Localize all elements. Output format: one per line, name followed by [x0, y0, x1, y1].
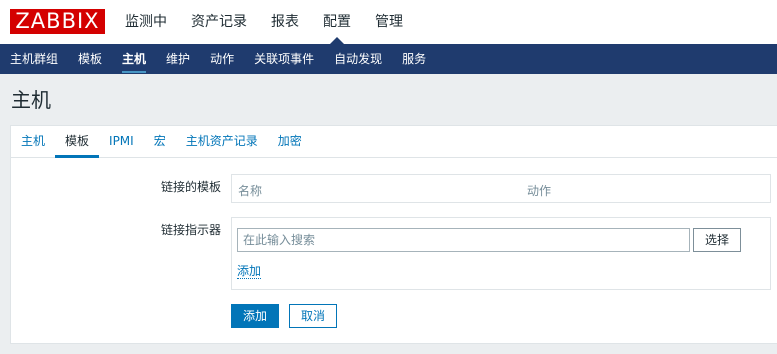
form-tabs: 主机 模板 IPMI 宏 主机资产记录 加密 — [11, 126, 777, 158]
sub-menu-services[interactable]: 服务 — [402, 44, 426, 74]
column-header-name: 名称 — [238, 184, 263, 198]
sub-menu-discovery[interactable]: 自动发现 — [334, 44, 382, 74]
add-template-link[interactable]: 添加 — [237, 264, 262, 279]
sub-menu-maintenance[interactable]: 维护 — [166, 44, 190, 74]
template-search-input[interactable] — [237, 228, 690, 252]
sub-menu-event-correlation[interactable]: 关联项事件 — [254, 44, 314, 74]
link-indicator-box: 选择 添加 — [231, 217, 771, 290]
page-title: 主机 — [11, 88, 51, 112]
tab-macros[interactable]: 宏 — [144, 126, 176, 157]
tab-ipmi[interactable]: IPMI — [99, 126, 144, 157]
cancel-button[interactable]: 取消 — [289, 304, 337, 328]
linked-templates-label: 链接的模板 — [160, 180, 221, 194]
sub-menu-templates[interactable]: 模板 — [78, 44, 102, 74]
select-button[interactable]: 选择 — [693, 228, 741, 252]
linked-templates-table: 名称 动作 — [231, 174, 771, 203]
tab-inventory[interactable]: 主机资产记录 — [176, 126, 268, 157]
link-indicator-label: 链接指示器 — [160, 223, 221, 237]
main-menu-reports[interactable]: 报表 — [271, 0, 299, 44]
main-menu: 监测中 资产记录 报表 配置 管理 — [125, 0, 427, 44]
sub-menu: 主机群组 模板 主机 维护 动作 关联项事件 自动发现 服务 — [0, 44, 777, 74]
submit-add-button[interactable]: 添加 — [231, 304, 279, 328]
host-form-card: 主机 模板 IPMI 宏 主机资产记录 加密 链接的模板 名称 动作 链接指示器… — [10, 125, 777, 344]
tab-encryption[interactable]: 加密 — [268, 126, 312, 157]
sub-menu-host-groups[interactable]: 主机群组 — [10, 44, 58, 74]
tab-host[interactable]: 主机 — [11, 126, 55, 157]
zabbix-logo[interactable]: ZABBIX — [10, 9, 105, 34]
main-menu-monitoring[interactable]: 监测中 — [125, 0, 167, 44]
top-bar: ZABBIX 监测中 资产记录 报表 配置 管理 — [0, 0, 777, 44]
column-header-action: 动作 — [527, 184, 552, 198]
main-menu-administration[interactable]: 管理 — [375, 0, 403, 44]
main-menu-inventory[interactable]: 资产记录 — [191, 0, 247, 44]
tab-templates[interactable]: 模板 — [55, 126, 100, 158]
sub-menu-actions[interactable]: 动作 — [210, 44, 234, 74]
sub-menu-hosts[interactable]: 主机 — [122, 44, 147, 74]
main-menu-configuration[interactable]: 配置 — [323, 0, 351, 44]
